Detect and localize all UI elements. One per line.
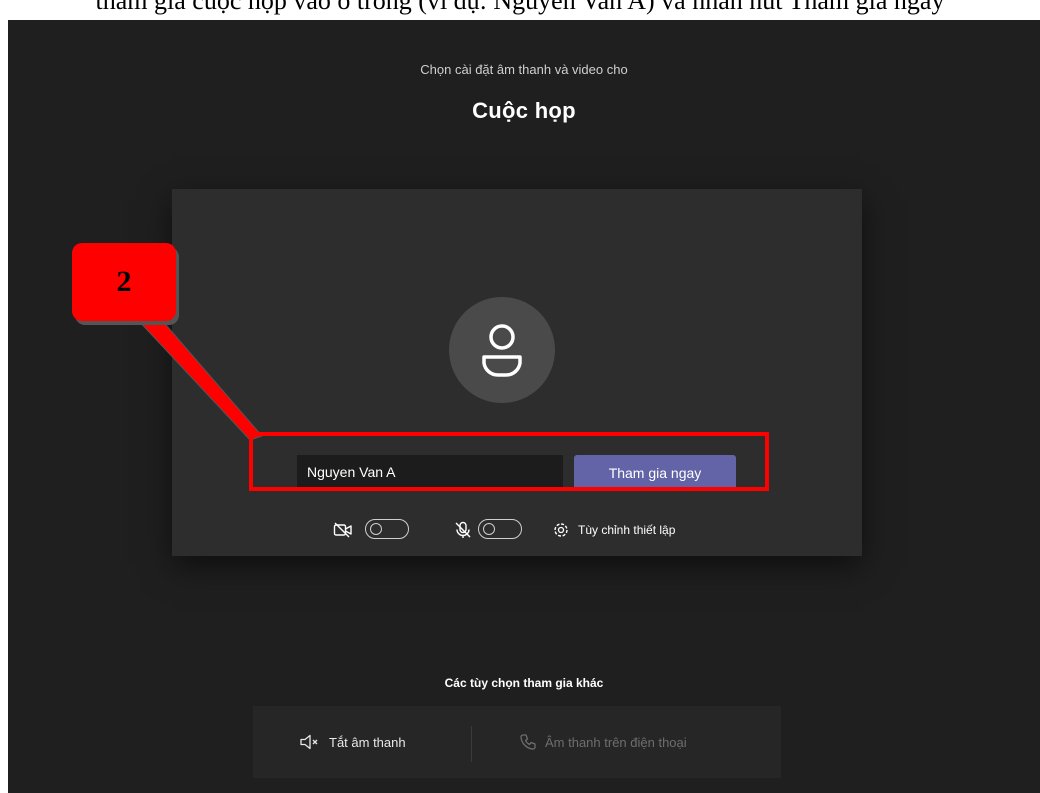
step-callout: 2 bbox=[72, 243, 176, 321]
callout-pointer bbox=[134, 317, 263, 441]
highlight-rectangle bbox=[249, 432, 769, 491]
